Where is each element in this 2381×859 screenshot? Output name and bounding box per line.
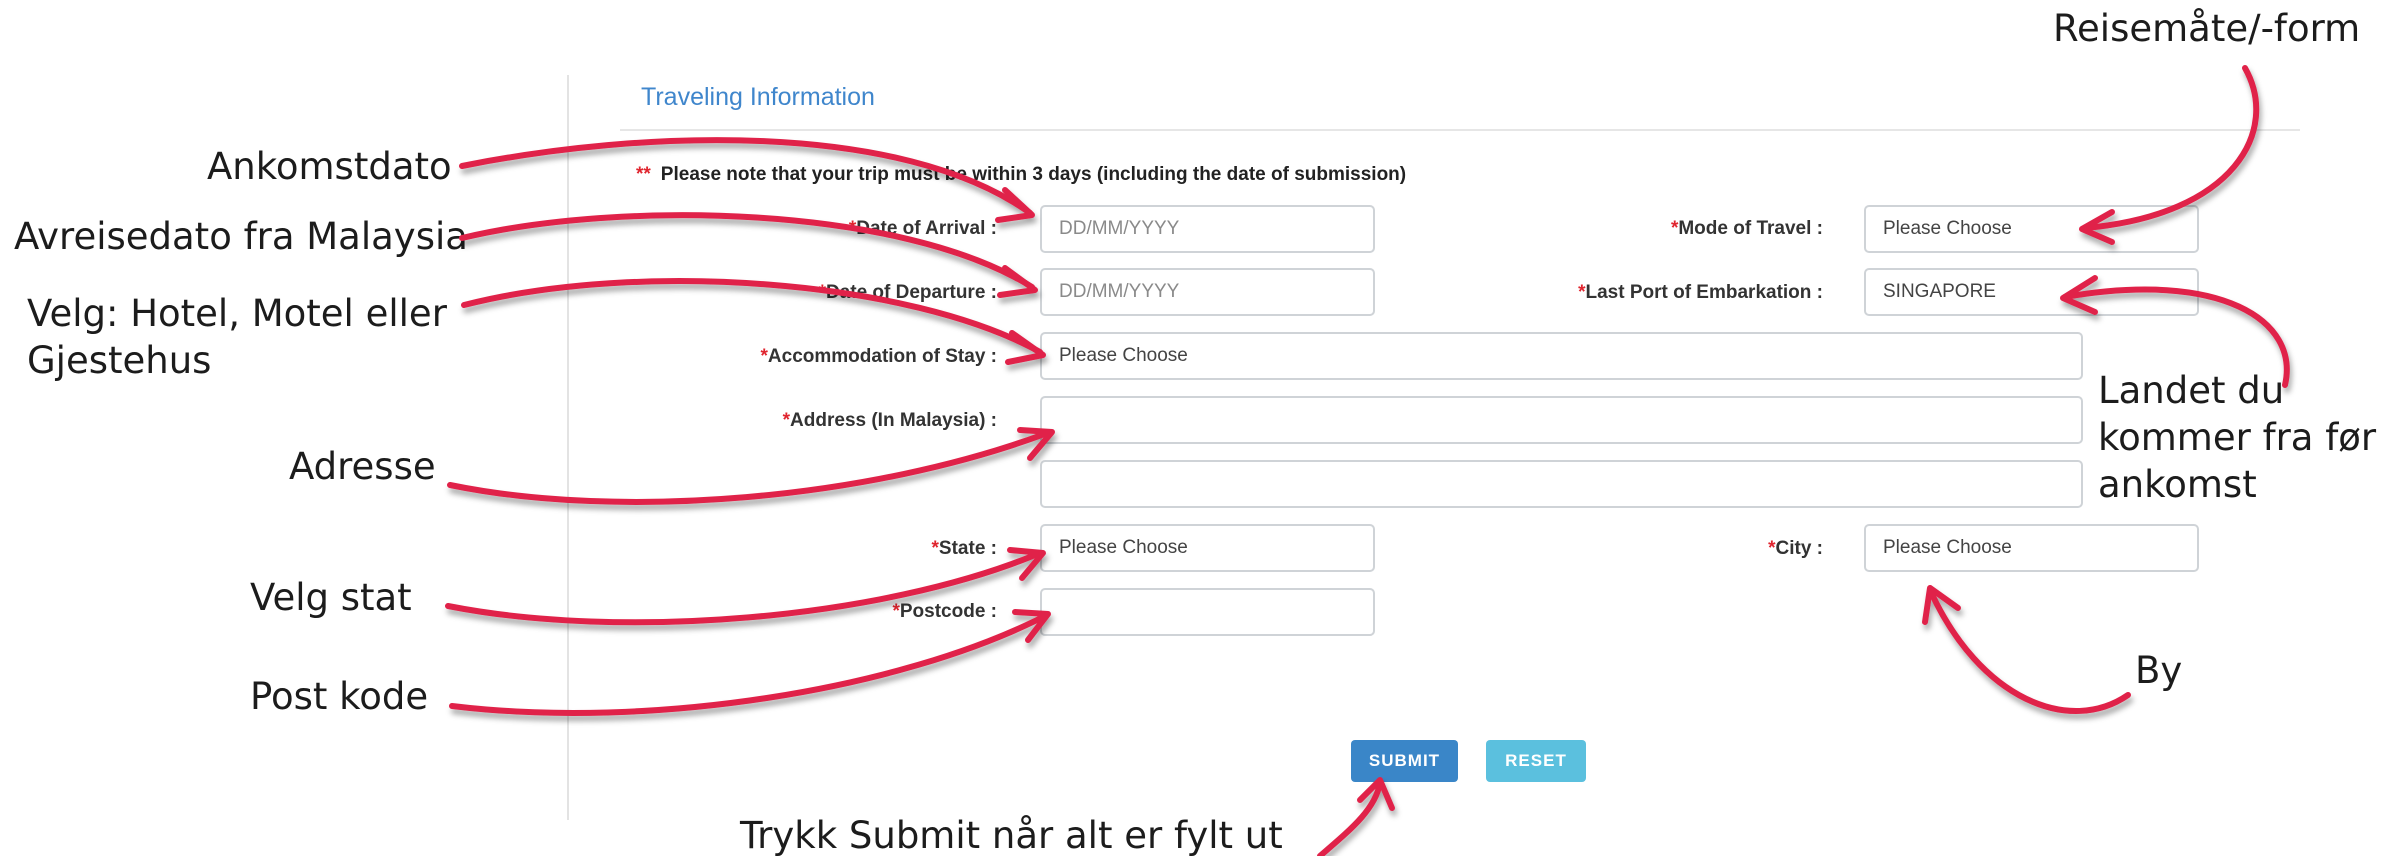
annotation-accommodation-line2: Gjestehus	[27, 339, 212, 382]
accommodation-select[interactable]: Please Choose	[1040, 332, 2083, 380]
last-port-label: *Last Port of Embarkation :	[1578, 282, 1823, 303]
annotation-arrival: Ankomstdato	[207, 145, 452, 188]
reset-button[interactable]: RESET	[1486, 740, 1586, 782]
city-select[interactable]: Please Choose	[1864, 524, 2199, 572]
required-mark: *	[782, 410, 791, 431]
state-label: *State :	[931, 538, 997, 559]
arrow-city-head	[1922, 585, 1961, 625]
arrow-city	[1927, 587, 2131, 714]
section-title: Traveling Information	[641, 83, 875, 111]
required-mark: *	[892, 601, 900, 622]
state-select[interactable]: Please Choose	[1040, 524, 1375, 572]
trip-note: ** Please note that your trip must be wit…	[636, 164, 1406, 186]
required-mark: *	[931, 538, 939, 559]
annotation-port-line3: ankomst	[2098, 463, 2257, 506]
annotation-submit: Trykk Submit når alt er fylt ut	[740, 814, 1283, 857]
required-mark: *	[818, 282, 826, 303]
date-of-departure-input[interactable]: DD/MM/YYYY	[1040, 268, 1375, 316]
annotation-port-line1: Landet du	[2098, 369, 2285, 412]
annotation-state: Velg stat	[250, 576, 412, 619]
arrow-submit-head	[1357, 777, 1395, 811]
date-of-arrival-label: *Date of Arrival :	[848, 218, 997, 239]
arrow-mode	[2082, 65, 2260, 231]
accommodation-label: *Accommodation of Stay :	[760, 346, 997, 367]
address-label: *Address (In Malaysia) :	[782, 410, 997, 431]
annotation-city: By	[2135, 649, 2183, 692]
annotation-mode: Reisemåte/-form	[2053, 7, 2361, 50]
form-left-border	[567, 75, 569, 820]
arrow-postcode	[449, 613, 1048, 716]
section-divider	[620, 129, 2300, 131]
screenshot-canvas: Traveling Information ** Please note that…	[0, 0, 2381, 857]
annotation-port-line2: kommer fra før	[2098, 416, 2377, 459]
postcode-label: *Postcode :	[892, 601, 997, 622]
arrow-arrival-head	[995, 187, 1035, 223]
annotation-accommodation-line1: Velg: Hotel, Motel eller	[27, 292, 447, 335]
required-mark: *	[1768, 538, 1776, 559]
city-label: *City :	[1768, 538, 1823, 559]
submit-button[interactable]: SUBMIT	[1351, 740, 1458, 782]
arrow-address	[447, 429, 1053, 505]
arrow-accommodation-head	[1005, 330, 1046, 365]
annotation-postcode: Post kode	[250, 675, 429, 718]
arrow-departure-head	[997, 265, 1038, 298]
address-line2-input[interactable]	[1040, 460, 2083, 508]
postcode-input[interactable]	[1040, 588, 1375, 636]
required-mark: *	[760, 346, 768, 367]
mode-of-travel-label: *Mode of Travel :	[1670, 218, 1823, 239]
mode-of-travel-select[interactable]: Please Choose	[1864, 205, 2199, 253]
note-marker: **	[636, 164, 651, 185]
arrow-state-head	[1007, 547, 1046, 581]
annotation-address: Adresse	[289, 445, 436, 488]
arrow-submit	[1317, 780, 1383, 856]
last-port-select[interactable]: SINGAPORE	[1864, 268, 2199, 316]
date-of-arrival-input[interactable]: DD/MM/YYYY	[1040, 205, 1375, 253]
date-of-departure-label: *Date of Departure :	[818, 282, 997, 303]
note-text: Please note that your trip must be withi…	[660, 164, 1407, 185]
annotation-departure: Avreisedato fra Malaysia	[14, 215, 468, 258]
address-line1-input[interactable]	[1040, 396, 2083, 444]
